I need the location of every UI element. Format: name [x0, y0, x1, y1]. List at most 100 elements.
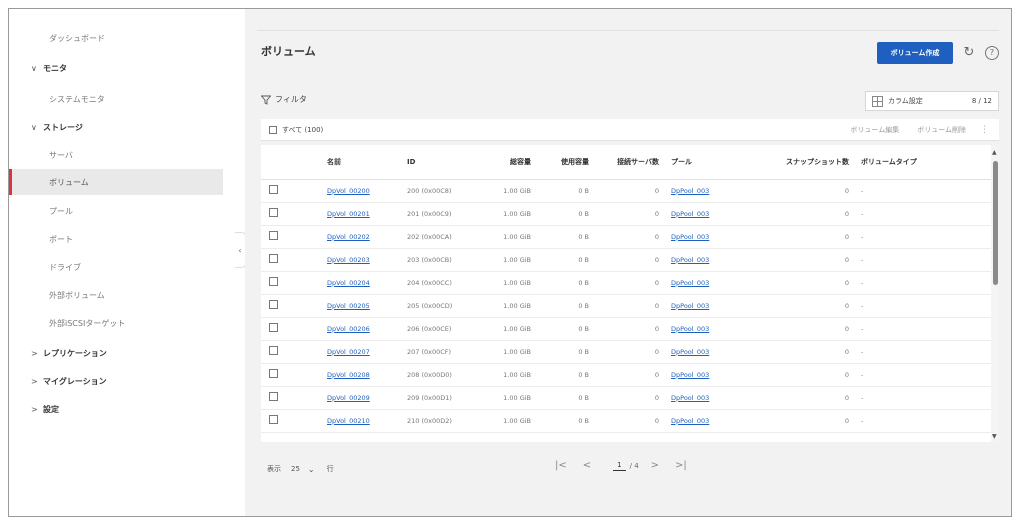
- sidebar-item[interactable]: > 設定: [9, 396, 223, 422]
- more-icon[interactable]: ⋮: [980, 125, 989, 135]
- sidebar-item[interactable]: システムモニタ: [9, 86, 223, 112]
- pool-link[interactable]: DpPool_003: [665, 363, 745, 387]
- sidebar-item[interactable]: > マイグレーション: [9, 368, 223, 394]
- pool-link[interactable]: DpPool_003: [665, 202, 745, 226]
- table-row[interactable]: DpVol_00203 203 (0x00CB) 1.00 GiB 0 B 0 DpPoo…: [261, 248, 991, 272]
- scroll-down-icon[interactable]: ▼: [992, 433, 997, 440]
- row-checkbox[interactable]: [269, 392, 278, 401]
- volume-name-link[interactable]: DpVol_00209: [321, 386, 401, 410]
- sidebar-item-label: モニタ: [43, 63, 67, 73]
- table-row[interactable]: DpVol_00206 206 (0x00CE) 1.00 GiB 0 B 0 DpPoo…: [261, 317, 991, 341]
- table-row[interactable]: DpVol_00204 204 (0x00CC) 1.00 GiB 0 B 0 DpPoo…: [261, 271, 991, 295]
- pool-link[interactable]: DpPool_003: [665, 386, 745, 410]
- column-header[interactable]: ボリュームタイプ: [855, 145, 991, 180]
- table-row[interactable]: DpVol_00205 205 (0x00CD) 1.00 GiB 0 B 0 DpPoo…: [261, 294, 991, 318]
- pool-link[interactable]: DpPool_003: [665, 340, 745, 364]
- column-settings-button[interactable]: カラム設定 8 / 12: [865, 91, 999, 111]
- pool-link[interactable]: DpPool_003: [665, 409, 745, 433]
- pool-link[interactable]: DpPool_003: [665, 248, 745, 272]
- scroll-up-icon[interactable]: ▲: [992, 149, 997, 156]
- sidebar-item[interactable]: > レプリケーション: [9, 340, 223, 366]
- table-cell: -: [855, 202, 991, 226]
- sidebar-item[interactable]: 外部iSCSIターゲット: [9, 310, 223, 336]
- row-checkbox[interactable]: [269, 369, 278, 378]
- volume-name-link[interactable]: DpVol_00204: [321, 271, 401, 295]
- filter-button[interactable]: フィルタ: [261, 94, 307, 105]
- table-row[interactable]: DpVol_00208 208 (0x00D0) 1.00 GiB 0 B 0 DpPoo…: [261, 363, 991, 387]
- create-volume-button[interactable]: ボリューム作成: [877, 42, 953, 64]
- sidebar-item[interactable]: ダッシュボード: [9, 25, 223, 51]
- column-header[interactable]: プール: [665, 145, 745, 180]
- row-checkbox[interactable]: [269, 300, 278, 309]
- volume-name-link[interactable]: DpVol_00200: [321, 179, 401, 203]
- row-checkbox[interactable]: [269, 231, 278, 240]
- row-checkbox[interactable]: [269, 185, 278, 194]
- sidebar-item-label: ドライブ: [49, 262, 81, 272]
- pool-link[interactable]: DpPool_003: [665, 225, 745, 249]
- sidebar-item[interactable]: ボリューム: [9, 169, 223, 195]
- column-header[interactable]: 接続サーバ数: [595, 145, 665, 180]
- pool-link[interactable]: DpPool_003: [665, 294, 745, 318]
- current-page-input[interactable]: 1: [613, 461, 626, 471]
- total-pages: / 4: [629, 461, 639, 470]
- first-page-icon[interactable]: |<: [555, 460, 567, 471]
- pool-link[interactable]: DpPool_003: [665, 317, 745, 341]
- row-checkbox[interactable]: [269, 415, 278, 424]
- volume-name-link[interactable]: DpVol_00201: [321, 202, 401, 226]
- table-cell: 0: [595, 317, 665, 341]
- scrollbar-thumb[interactable]: [993, 161, 998, 285]
- help-icon[interactable]: ?: [985, 46, 999, 60]
- vertical-scrollbar[interactable]: ▲ ▼: [991, 145, 999, 442]
- sidebar-item[interactable]: サーバ: [9, 142, 223, 168]
- row-checkbox-cell: [261, 386, 321, 410]
- table-cell: 0 B: [537, 225, 595, 249]
- volume-name-link[interactable]: DpVol_00208: [321, 363, 401, 387]
- row-checkbox[interactable]: [269, 277, 278, 286]
- table-row[interactable]: DpVol_00207 207 (0x00CF) 1.00 GiB 0 B 0 DpPoo…: [261, 340, 991, 364]
- volume-name-link[interactable]: DpVol_00210: [321, 409, 401, 433]
- sidebar-item-label: レプリケーション: [43, 348, 107, 358]
- volume-name-link[interactable]: DpVol_00207: [321, 340, 401, 364]
- sidebar-item[interactable]: ポート: [9, 226, 223, 252]
- page-size-select[interactable]: 25: [291, 465, 300, 473]
- column-header[interactable]: ID: [401, 145, 487, 180]
- sidebar-item[interactable]: 外部ボリューム: [9, 282, 223, 308]
- select-all-checkbox[interactable]: [269, 125, 277, 134]
- row-checkbox[interactable]: [269, 208, 278, 217]
- next-page-icon[interactable]: >: [651, 460, 659, 471]
- sidebar-item[interactable]: ∨ ストレージ: [9, 114, 223, 140]
- volume-name-link[interactable]: DpVol_00202: [321, 225, 401, 249]
- table-row[interactable]: DpVol_00201 201 (0x00C9) 1.00 GiB 0 B 0 DpPoo…: [261, 202, 991, 226]
- app-window: ダッシュボード ∨ モニタ システムモニタ ∨ ストレージ サーバ ボリューム プール ポート ドラ…: [8, 8, 1012, 517]
- column-header[interactable]: スナップショット数: [745, 145, 855, 180]
- table-row[interactable]: DpVol_00202 202 (0x00CA) 1.00 GiB 0 B 0 DpPoo…: [261, 225, 991, 249]
- page-title: ボリューム: [261, 45, 316, 58]
- prev-page-icon[interactable]: <: [583, 460, 591, 471]
- row-checkbox[interactable]: [269, 254, 278, 263]
- delete-volume-button[interactable]: ボリューム削除: [917, 125, 966, 135]
- table-cell: 0: [745, 179, 855, 203]
- sidebar-item[interactable]: プール: [9, 198, 223, 224]
- column-header[interactable]: 総容量: [487, 145, 537, 180]
- edit-volume-button[interactable]: ボリューム編集: [850, 125, 899, 135]
- table-row[interactable]: DpVol_00200 200 (0x00C8) 1.00 GiB 0 B 0 DpPoo…: [261, 179, 991, 203]
- table-cell: 1.00 GiB: [487, 225, 537, 249]
- column-header[interactable]: 使用容量: [537, 145, 595, 180]
- table-row[interactable]: DpVol_00210 210 (0x00D2) 1.00 GiB 0 B 0 DpPoo…: [261, 409, 991, 433]
- row-checkbox-cell: [261, 340, 321, 364]
- last-page-icon[interactable]: >|: [675, 460, 687, 471]
- volume-name-link[interactable]: DpVol_00203: [321, 248, 401, 272]
- refresh-icon[interactable]: ↻: [961, 45, 977, 61]
- sidebar-item[interactable]: ドライブ: [9, 254, 223, 280]
- sidebar-item[interactable]: ∨ モニタ: [9, 55, 223, 81]
- column-header[interactable]: 名前: [321, 145, 401, 180]
- pool-link[interactable]: DpPool_003: [665, 179, 745, 203]
- pool-link[interactable]: DpPool_003: [665, 271, 745, 295]
- table-row[interactable]: DpVol_00209 209 (0x00D1) 1.00 GiB 0 B 0 DpPoo…: [261, 386, 991, 410]
- chevron-down-icon[interactable]: ⌄: [308, 465, 315, 474]
- row-checkbox[interactable]: [269, 346, 278, 355]
- volume-name-link[interactable]: DpVol_00206: [321, 317, 401, 341]
- volume-name-link[interactable]: DpVol_00205: [321, 294, 401, 318]
- row-checkbox[interactable]: [269, 323, 278, 332]
- table-cell: 1.00 GiB: [487, 248, 537, 272]
